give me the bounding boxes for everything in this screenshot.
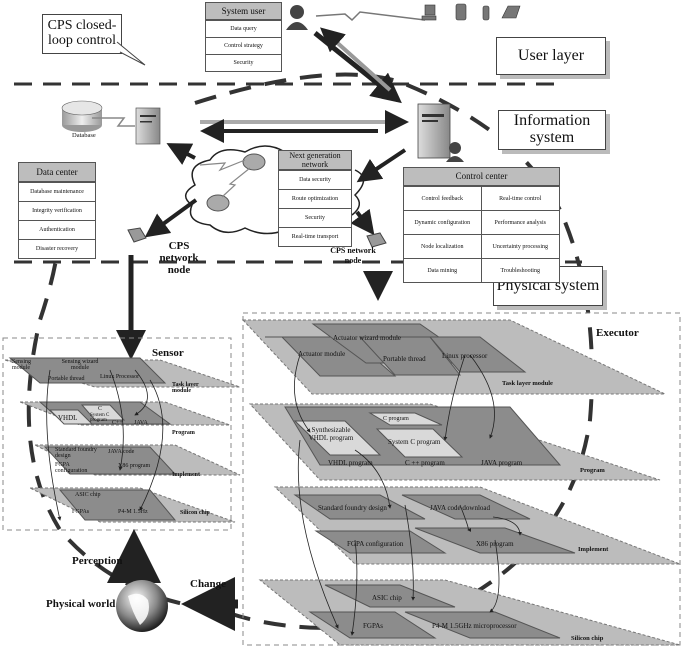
next-gen-network-item: Real-time transport [279, 227, 351, 246]
executor-title: Executor [596, 327, 639, 339]
executor-block: C program [383, 416, 409, 422]
change-label: Change [190, 578, 227, 590]
system-user-item: Control strategy [206, 37, 281, 54]
control-center-item: Dynamic configuration [404, 210, 482, 234]
sensor-layer-label: Program [172, 430, 195, 436]
executor-block: X86 program [476, 540, 514, 548]
control-center-item: Data mining [404, 258, 482, 282]
information-server-icon [417, 103, 464, 162]
database-label: Database [72, 132, 96, 139]
sensor-layer-label: Silicon chip [180, 510, 210, 516]
executor-layer-label: Program [580, 467, 605, 474]
executor-block: FGPAs [363, 622, 383, 630]
sensor-block: ASIC chip [75, 492, 101, 498]
executor-block: Portable thread [383, 355, 426, 363]
sensor-block: FGPA configuration [55, 462, 88, 474]
executor-block: C ++ program [405, 459, 445, 467]
sensor-block: Portable thread [48, 376, 85, 382]
executor-block: ASIC chip [372, 594, 402, 602]
next-gen-network-table: Next generation network Data security Ro… [278, 150, 352, 247]
arrow-info-to-cloud [356, 148, 407, 183]
callout-pointer [116, 41, 146, 66]
sensor-block: VHDL [58, 414, 78, 422]
network-cloud [185, 145, 286, 235]
data-center-table: Data center Database maintenance Integri… [18, 162, 96, 259]
user-layer-label: User layer [496, 37, 606, 75]
sensor-block: C [98, 406, 103, 412]
cps-node-icon-left [127, 227, 147, 243]
sensor-layer-label: Implement [172, 472, 200, 478]
control-center-item: Troubleshooting [481, 258, 559, 282]
perception-label: Perception [72, 555, 123, 567]
sensor-block: Sensing wizard module [61, 359, 99, 371]
executor-layer-label: Silicon chip [571, 635, 604, 642]
control-center-item: Performance analysis [481, 210, 559, 234]
information-system-label: Information system [498, 110, 606, 150]
executor-block: System C program [388, 438, 441, 446]
sensor-block: Sensing module [12, 359, 32, 371]
executor-block: FGPA configuration [347, 540, 404, 548]
executor-layer-label: Task layer module [502, 380, 553, 387]
database-icon [61, 100, 103, 132]
sensor-block: P4-M 1.5Hz [118, 509, 148, 515]
executor-layer-label: Implement [578, 546, 609, 553]
sensor-block: JAVA [134, 420, 148, 426]
system-user-header: System user [206, 3, 281, 20]
executor-block: Actuator module [298, 350, 346, 358]
next-gen-network-item: Data security [279, 170, 351, 189]
control-center-header: Control center [404, 168, 559, 186]
sensor-block: JAVA code [108, 449, 135, 455]
executor-block: P4-M 1.5GHz microprocessor [432, 622, 517, 630]
control-center-item: Uncertainty processing [481, 234, 559, 258]
data-center-item: Disaster recovery [19, 239, 95, 258]
next-gen-network-item: Security [279, 208, 351, 227]
executor-block: JAVA code download [430, 504, 491, 512]
data-center-item: Integrity verification [19, 201, 95, 220]
arrow-cloud-to-node-right [350, 208, 375, 236]
data-center-item: Authentication [19, 220, 95, 239]
sensor-block: Linux Processor [100, 374, 140, 380]
sensor-layer-label: Task layer module [172, 382, 199, 394]
wireless-link [315, 11, 426, 22]
arrow-cloud-to-data-server [166, 143, 196, 165]
control-center-item: Real-time control [481, 186, 559, 210]
data-center-item: Database maintenance [19, 182, 95, 201]
executor-block: Synthesizable VHDL program [308, 426, 354, 442]
system-user-table: System user Data query Control strategy … [205, 2, 282, 72]
sensor-block: C++ [112, 420, 123, 426]
cps-node-label-left: CPS network node [159, 240, 199, 276]
executor-block: VHDL program [328, 459, 373, 467]
control-center-item: Control feedback [404, 186, 482, 210]
sensor-block: Standard foundry design [55, 447, 97, 459]
next-gen-network-header: Next generation network [279, 151, 351, 170]
executor-block: Standard foundry design [318, 504, 387, 512]
sensor-block: X86 program [118, 463, 151, 469]
executor-block: Actuator wizard module [333, 334, 402, 342]
next-gen-network-item: Route optimization [279, 189, 351, 208]
executor-planes [241, 319, 681, 646]
control-center-item: Node localization [404, 234, 482, 258]
data-server-icon [135, 107, 161, 145]
arrow-user-to-info [313, 31, 402, 104]
cps-node-icon-right [366, 232, 387, 248]
arrow-cloud-to-node-left [144, 198, 198, 238]
physical-world-label: Physical world [46, 598, 116, 610]
arrow-info-to-user [320, 27, 392, 92]
executor-block: Linux processor [442, 352, 488, 360]
executor-block: JAVA program [481, 459, 523, 467]
devices-icon [421, 3, 521, 21]
closed-loop-callout: CPS closed- loop control [42, 14, 122, 54]
system-user-item: Security [206, 54, 281, 71]
sensor-block: FGPAs [72, 509, 90, 515]
user-person-icon [286, 5, 308, 30]
system-user-item: Data query [206, 20, 281, 37]
control-center-table: Control center Control feedback Real-tim… [403, 167, 560, 283]
sensor-title: Sensor [152, 347, 184, 359]
cps-node-label-right: CPS network node [330, 246, 376, 265]
data-center-header: Data center [19, 163, 95, 182]
